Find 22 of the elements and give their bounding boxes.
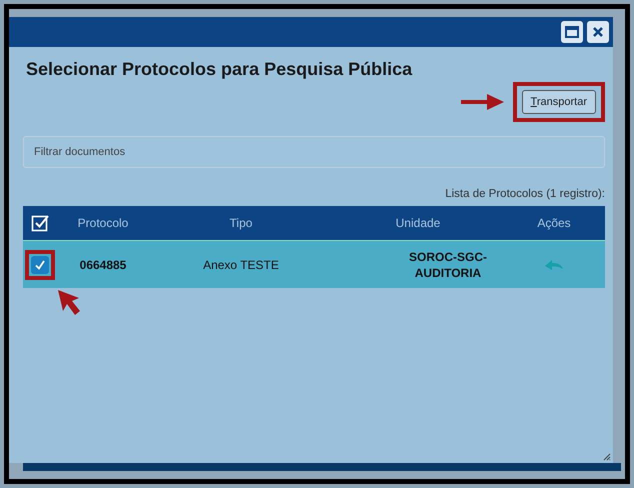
table-row[interactable]: 0664885 Anexo TESTE SOROC-SGC-AUDITORIA — [23, 240, 605, 288]
column-header: Protocolo — [76, 216, 130, 230]
window-icon — [565, 26, 579, 38]
table-cell-text: Anexo TESTE — [202, 258, 280, 272]
column-header: Ações — [536, 216, 572, 230]
close-icon — [592, 26, 604, 38]
table-cell-text: SOROC-SGC-AUDITORIA — [408, 248, 488, 280]
row-checkbox[interactable] — [31, 256, 49, 274]
column-header: Tipo — [228, 216, 254, 230]
column-header: Unidade — [394, 216, 442, 230]
transport-button[interactable]: Transportar — [522, 90, 596, 114]
close-button[interactable] — [587, 21, 609, 43]
dialog-title: Selecionar Protocolos para Pesquisa Pública — [26, 59, 414, 80]
filter-field[interactable]: Filtrar documentos — [23, 136, 605, 168]
checkmark-icon — [34, 258, 46, 270]
table-cell-text: 0664885 — [78, 258, 128, 272]
cursor-arrow-icon — [57, 289, 83, 317]
table-caption: Lista de Protocolos (1 registro): — [444, 188, 605, 200]
arrow-icon — [460, 93, 505, 111]
select-all-checkbox[interactable] — [31, 214, 49, 232]
maximize-button[interactable] — [561, 21, 583, 43]
resize-grip-icon[interactable] — [603, 453, 611, 461]
